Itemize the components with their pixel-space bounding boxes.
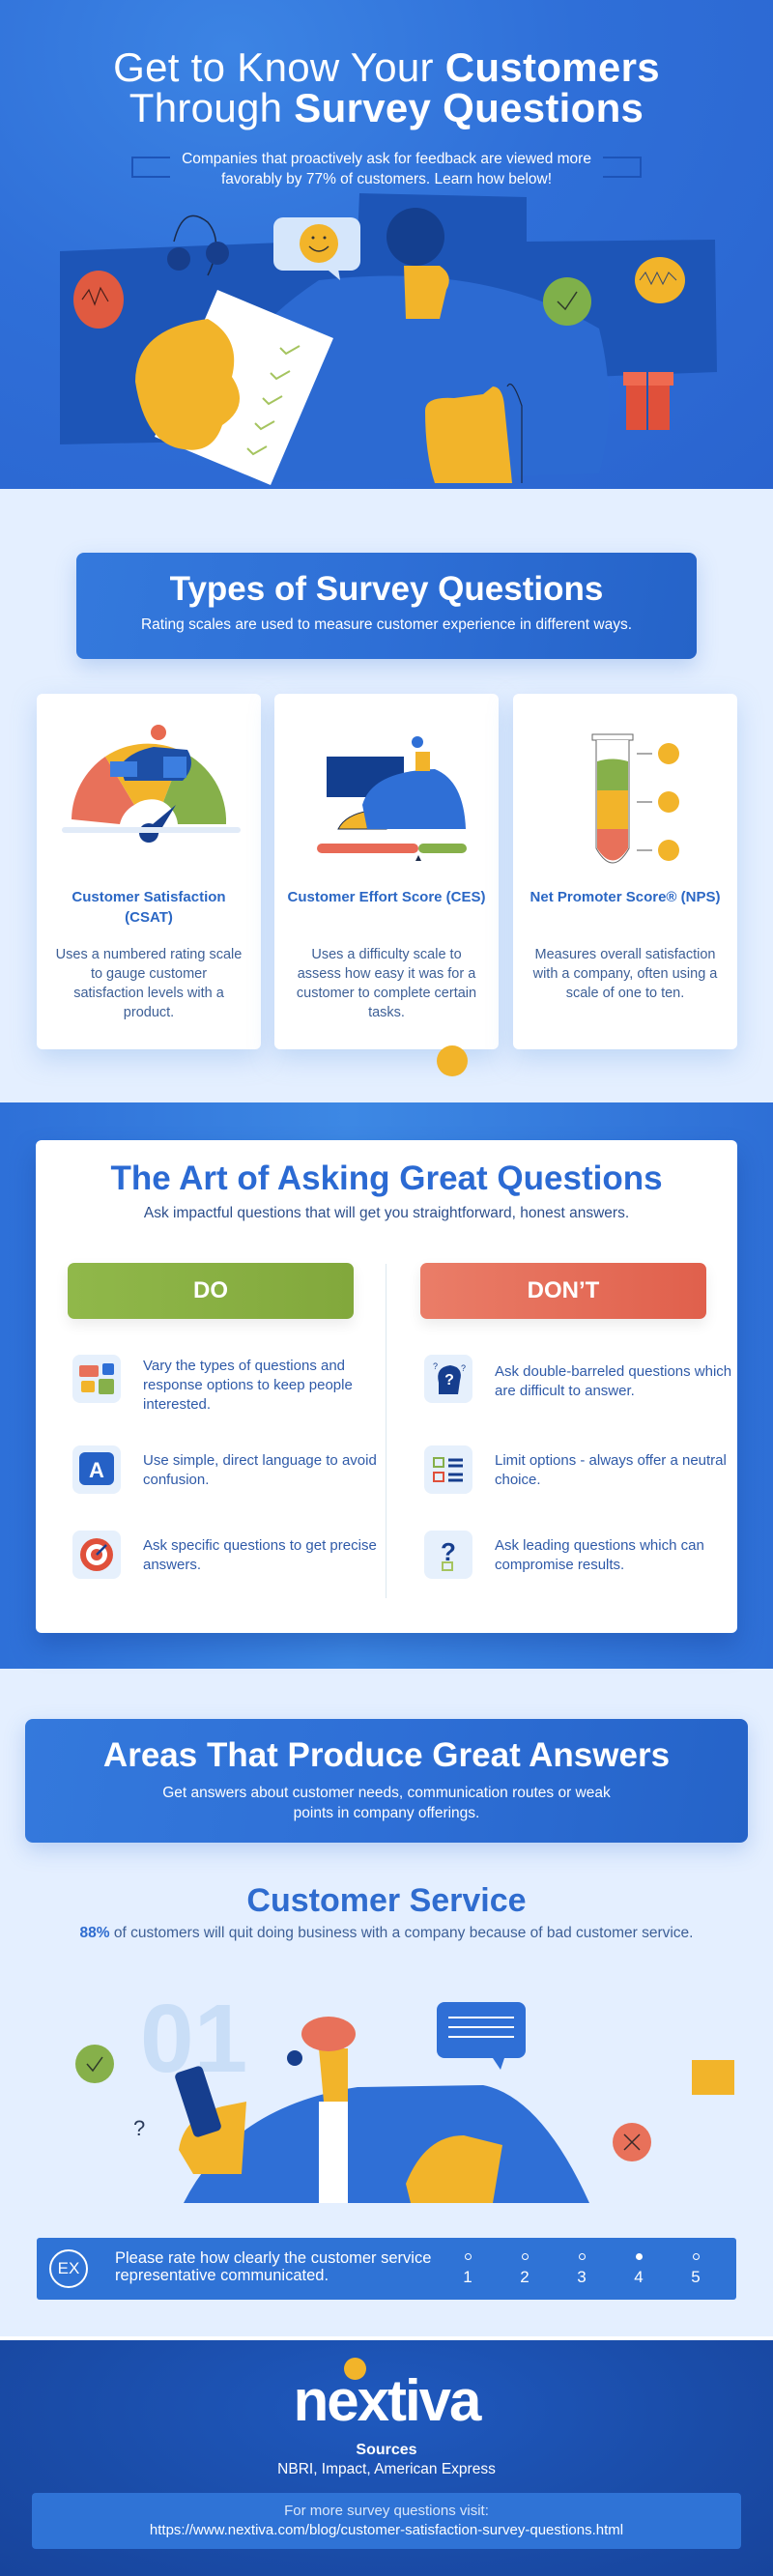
art-of-asking-card: The Art of Asking Great Questions Ask im… — [36, 1140, 737, 1633]
gift-box-icon — [623, 372, 673, 430]
rating-option-4[interactable]: 4 — [624, 2253, 653, 2287]
more-questions-box: For more survey questions visit: https:/… — [32, 2493, 741, 2549]
check-circle-icon — [543, 277, 591, 326]
more-questions-link[interactable]: https://www.nextiva.com/blog/customer-sa… — [32, 2521, 741, 2540]
radio-dot[interactable] — [578, 2253, 586, 2260]
do-item-text: Vary the types of questions and response… — [143, 1358, 353, 1413]
areas-subtitle: Get answers about customer needs, commun… — [162, 1785, 611, 1821]
question-mark-decoration: ? — [133, 2116, 145, 2140]
dont-item: ? Ask leading questions which can compro… — [424, 1531, 743, 1587]
radio-dot-selected[interactable] — [635, 2253, 643, 2260]
hero-title-line-1: Get to Know Your Customers — [113, 44, 660, 90]
speech-bubbles-icon — [72, 1355, 121, 1403]
checklist-icon — [424, 1445, 472, 1494]
radio-dot[interactable] — [692, 2253, 700, 2260]
stat-text: of customers will quit doing business wi… — [113, 1925, 694, 1941]
satisfaction-gauge-icon — [62, 725, 241, 843]
nps-description: Measures overall satisfaction with a com… — [532, 947, 718, 1001]
ces-description: Uses a difficulty scale to assess how ea… — [296, 947, 477, 1020]
rating-option-5[interactable]: 5 — [681, 2253, 710, 2287]
letter-a-bubble-icon: A — [72, 1445, 121, 1494]
target-icon — [72, 1531, 121, 1579]
types-subtitle: Rating scales are used to measure custom… — [140, 616, 633, 633]
nps-card: Net Promoter Score® (NPS) Measures overa… — [513, 694, 737, 1049]
svg-text:?: ? — [461, 1363, 466, 1373]
nextiva-logo: nextiva — [293, 2368, 482, 2433]
sources-title: Sources — [356, 2442, 417, 2458]
check-circle-icon — [75, 2045, 114, 2083]
footer: nextiva Sources NBRI, Impact, American E… — [0, 2336, 773, 2576]
customer-service-stat: 88% of customers will quit doing busines… — [0, 1923, 773, 1944]
stat-value: 88% — [79, 1925, 110, 1941]
csat-card: Customer Satisfaction (CSAT) Uses a numb… — [37, 694, 261, 1049]
rating-option-1[interactable]: 1 — [453, 2253, 482, 2287]
ces-title: Customer Effort Score (CES) — [287, 889, 486, 905]
confused-head-icon: ??? — [424, 1355, 472, 1403]
areas-title: Areas That Produce Great Answers — [102, 1736, 671, 1774]
svg-text:?: ? — [433, 1361, 438, 1371]
do-item: Ask specific questions to get precise an… — [72, 1531, 391, 1587]
sad-face-icon — [73, 271, 124, 329]
dont-item: ??? Ask double-barreled questions which … — [424, 1355, 743, 1411]
example-rating-bar: EX Please rate how clearly the customer … — [37, 2238, 736, 2300]
do-item-text: Ask specific questions to get precise an… — [143, 1537, 377, 1573]
nps-title: Net Promoter Score® (NPS) — [530, 889, 721, 905]
example-question: Please rate how clearly the customer ser… — [115, 2249, 432, 2284]
customer-service-illustration: ? — [75, 2002, 734, 2203]
test-tube-icon — [591, 733, 679, 864]
ces-card: Customer Effort Score (CES) Uses a diffi… — [274, 694, 499, 1049]
svg-text:A: A — [89, 1458, 104, 1482]
types-banner: Types of Survey Questions Rating scales … — [76, 553, 697, 659]
rating-option-2[interactable]: 2 — [510, 2253, 539, 2287]
svg-text:?: ? — [444, 1372, 454, 1388]
dont-header: DON’T — [420, 1263, 706, 1319]
chat-bubble-icon — [437, 2002, 526, 2070]
areas-banner: Areas That Produce Great Answers Get ans… — [25, 1719, 748, 1843]
do-item: A Use simple, direct language to avoid c… — [72, 1445, 391, 1502]
svg-text:?: ? — [133, 2116, 145, 2140]
radio-dot[interactable] — [521, 2253, 529, 2260]
example-badge: EX — [49, 2249, 88, 2288]
dont-item: Limit options - always offer a neutral c… — [424, 1445, 743, 1502]
do-item: Vary the types of questions and response… — [72, 1355, 391, 1413]
yellow-dot-decoration — [437, 1045, 468, 1076]
csat-title: Customer Satisfaction (CSAT) — [72, 889, 226, 926]
more-questions-label: For more survey questions visit: — [284, 2503, 489, 2519]
types-title: Types of Survey Questions — [169, 570, 604, 608]
x-circle-icon — [613, 2123, 651, 2161]
dont-item-text: Limit options - always offer a neutral c… — [495, 1452, 727, 1488]
phone-in-hand-illustration — [175, 2066, 246, 2174]
effort-slider-icon — [317, 736, 467, 861]
csat-description: Uses a numbered rating scale to gauge cu… — [55, 947, 243, 1020]
dont-item-text: Ask leading questions which can compromi… — [495, 1537, 704, 1573]
hero-section: Get to Know Your Customers Through Surve… — [0, 0, 773, 489]
hero-title-line-2: Through Survey Questions — [129, 85, 644, 130]
dont-item-text: Ask double-barreled questions which are … — [495, 1363, 732, 1399]
do-header: DO — [68, 1263, 354, 1319]
sources-list: NBRI, Impact, American Express — [277, 2461, 496, 2477]
hero-subtitle-box: Companies that proactively ask for feedb… — [131, 149, 642, 187]
question-mark-icon: ? — [424, 1531, 472, 1579]
hero-illustration — [60, 193, 717, 485]
art-subtitle: Ask impactful questions that will get yo… — [143, 1205, 630, 1221]
neutral-circle-icon — [635, 257, 685, 303]
yellow-tag-decoration — [692, 2060, 734, 2095]
customer-service-title: Customer Service — [246, 1882, 527, 1919]
art-title: The Art of Asking Great Questions — [110, 1159, 663, 1197]
do-item-text: Use simple, direct language to avoid con… — [143, 1452, 377, 1488]
radio-dot[interactable] — [464, 2253, 472, 2260]
rating-option-3[interactable]: 3 — [567, 2253, 596, 2287]
